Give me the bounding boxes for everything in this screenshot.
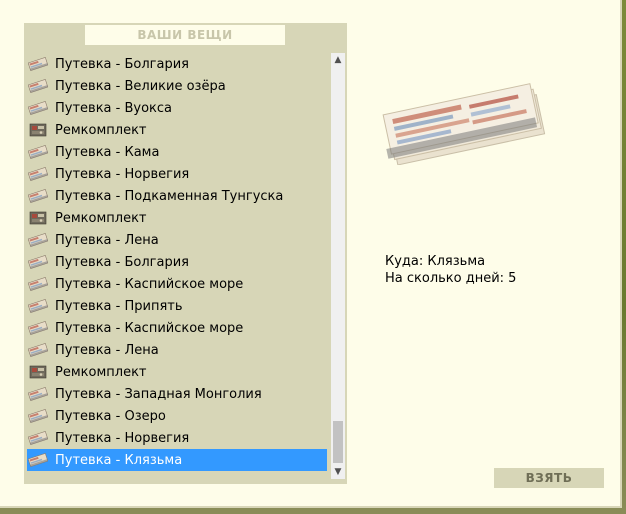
list-item-label: Путевка - Норвегия [55,166,190,182]
ticket-icon [27,56,49,72]
list-item[interactable]: Путевка - Каспийское море [27,317,327,339]
list-item[interactable]: Путевка - Озеро [27,405,327,427]
items-scrollbar[interactable]: ▲ ▼ [331,53,345,479]
list-item[interactable]: Путевка - Лена [27,229,327,251]
ticket-icon [27,166,49,182]
list-item-label: Путевка - Каспийское море [55,276,244,292]
list-item-label: Путевка - Лена [55,232,159,248]
list-item[interactable]: Ремкомплект [27,361,327,383]
ticket-icon [27,254,49,270]
list-item-label: Путевка - Западная Монголия [55,386,262,402]
ticket-icon [27,276,49,292]
ticket-icon [27,452,49,468]
destination-text: Куда: Клязьма [385,254,486,269]
scroll-thumb[interactable] [333,421,343,463]
ticket-icon [27,430,49,446]
list-item[interactable]: Путевка - Болгария [27,53,327,75]
panel-title-tab: ВАШИ ВЕЩИ [85,23,285,45]
list-item[interactable]: Путевка - Подкаменная Тунгуска [27,185,327,207]
ticket-icon [27,342,49,358]
list-item-label: Путевка - Вуокса [55,100,173,116]
ticket-icon [27,100,49,116]
list-item-label: Ремкомплект [55,122,147,138]
list-item-label: Путевка - Норвегия [55,430,190,446]
scroll-down-icon[interactable]: ▼ [331,465,345,479]
list-item[interactable]: Путевка - Припять [27,295,327,317]
panel-title: ВАШИ ВЕЩИ [137,28,233,42]
list-item-label: Путевка - Кама [55,144,160,160]
ticket-icon [27,78,49,94]
scroll-up-icon[interactable]: ▲ [331,53,345,67]
list-item-label: Путевка - Озеро [55,408,166,424]
list-item-label: Путевка - Каспийское море [55,320,244,336]
ticket-icon [27,386,49,402]
ticket-icon [27,144,49,160]
item-details: Куда: Клязьма На сколько дней: 5 [385,253,516,287]
list-item[interactable]: Путевка - Клязьма [27,449,327,471]
list-item-label: Путевка - Лена [55,342,159,358]
list-item-label: Путевка - Припять [55,298,183,314]
repair-kit-icon [28,122,48,138]
list-item-label: Путевка - Клязьма [55,452,183,468]
list-item-label: Путевка - Подкаменная Тунгуска [55,188,284,204]
list-item[interactable]: Путевка - Каспийское море [27,273,327,295]
list-item[interactable]: Путевка - Вуокса [27,97,327,119]
list-item-label: Ремкомплект [55,210,147,226]
list-item-label: Путевка - Болгария [55,56,189,72]
list-item[interactable]: Путевка - Норвегия [27,163,327,185]
list-item-label: Путевка - Великие озёра [55,78,226,94]
list-item[interactable]: Путевка - Западная Монголия [27,383,327,405]
ticket-icon [27,188,49,204]
list-item[interactable]: Путевка - Великие озёра [27,75,327,97]
items-list: Путевка - Болгария Путевка - Великие озёр… [27,53,327,471]
days-text: На сколько дней: 5 [385,271,517,286]
list-item[interactable]: Ремкомплект [27,119,327,141]
list-item-label: Ремкомплект [55,364,147,380]
take-button[interactable]: ВЗЯТЬ [494,468,604,488]
ticket-icon [27,408,49,424]
list-item-label: Путевка - Болгария [55,254,189,270]
ticket-icon [27,298,49,314]
inventory-window: ВАШИ ВЕЩИ Путевка - Болгария Путевка - Ве… [0,0,622,508]
ticket-icon [27,232,49,248]
list-item[interactable]: Путевка - Болгария [27,251,327,273]
ticket-bundle-icon [382,83,546,166]
list-item[interactable]: Путевка - Норвегия [27,427,327,449]
ticket-icon [27,320,49,336]
item-preview-image [380,70,550,166]
list-item[interactable]: Путевка - Лена [27,339,327,361]
repair-kit-icon [28,210,48,226]
repair-kit-icon [28,364,48,380]
list-item[interactable]: Ремкомплект [27,207,327,229]
list-item[interactable]: Путевка - Кама [27,141,327,163]
